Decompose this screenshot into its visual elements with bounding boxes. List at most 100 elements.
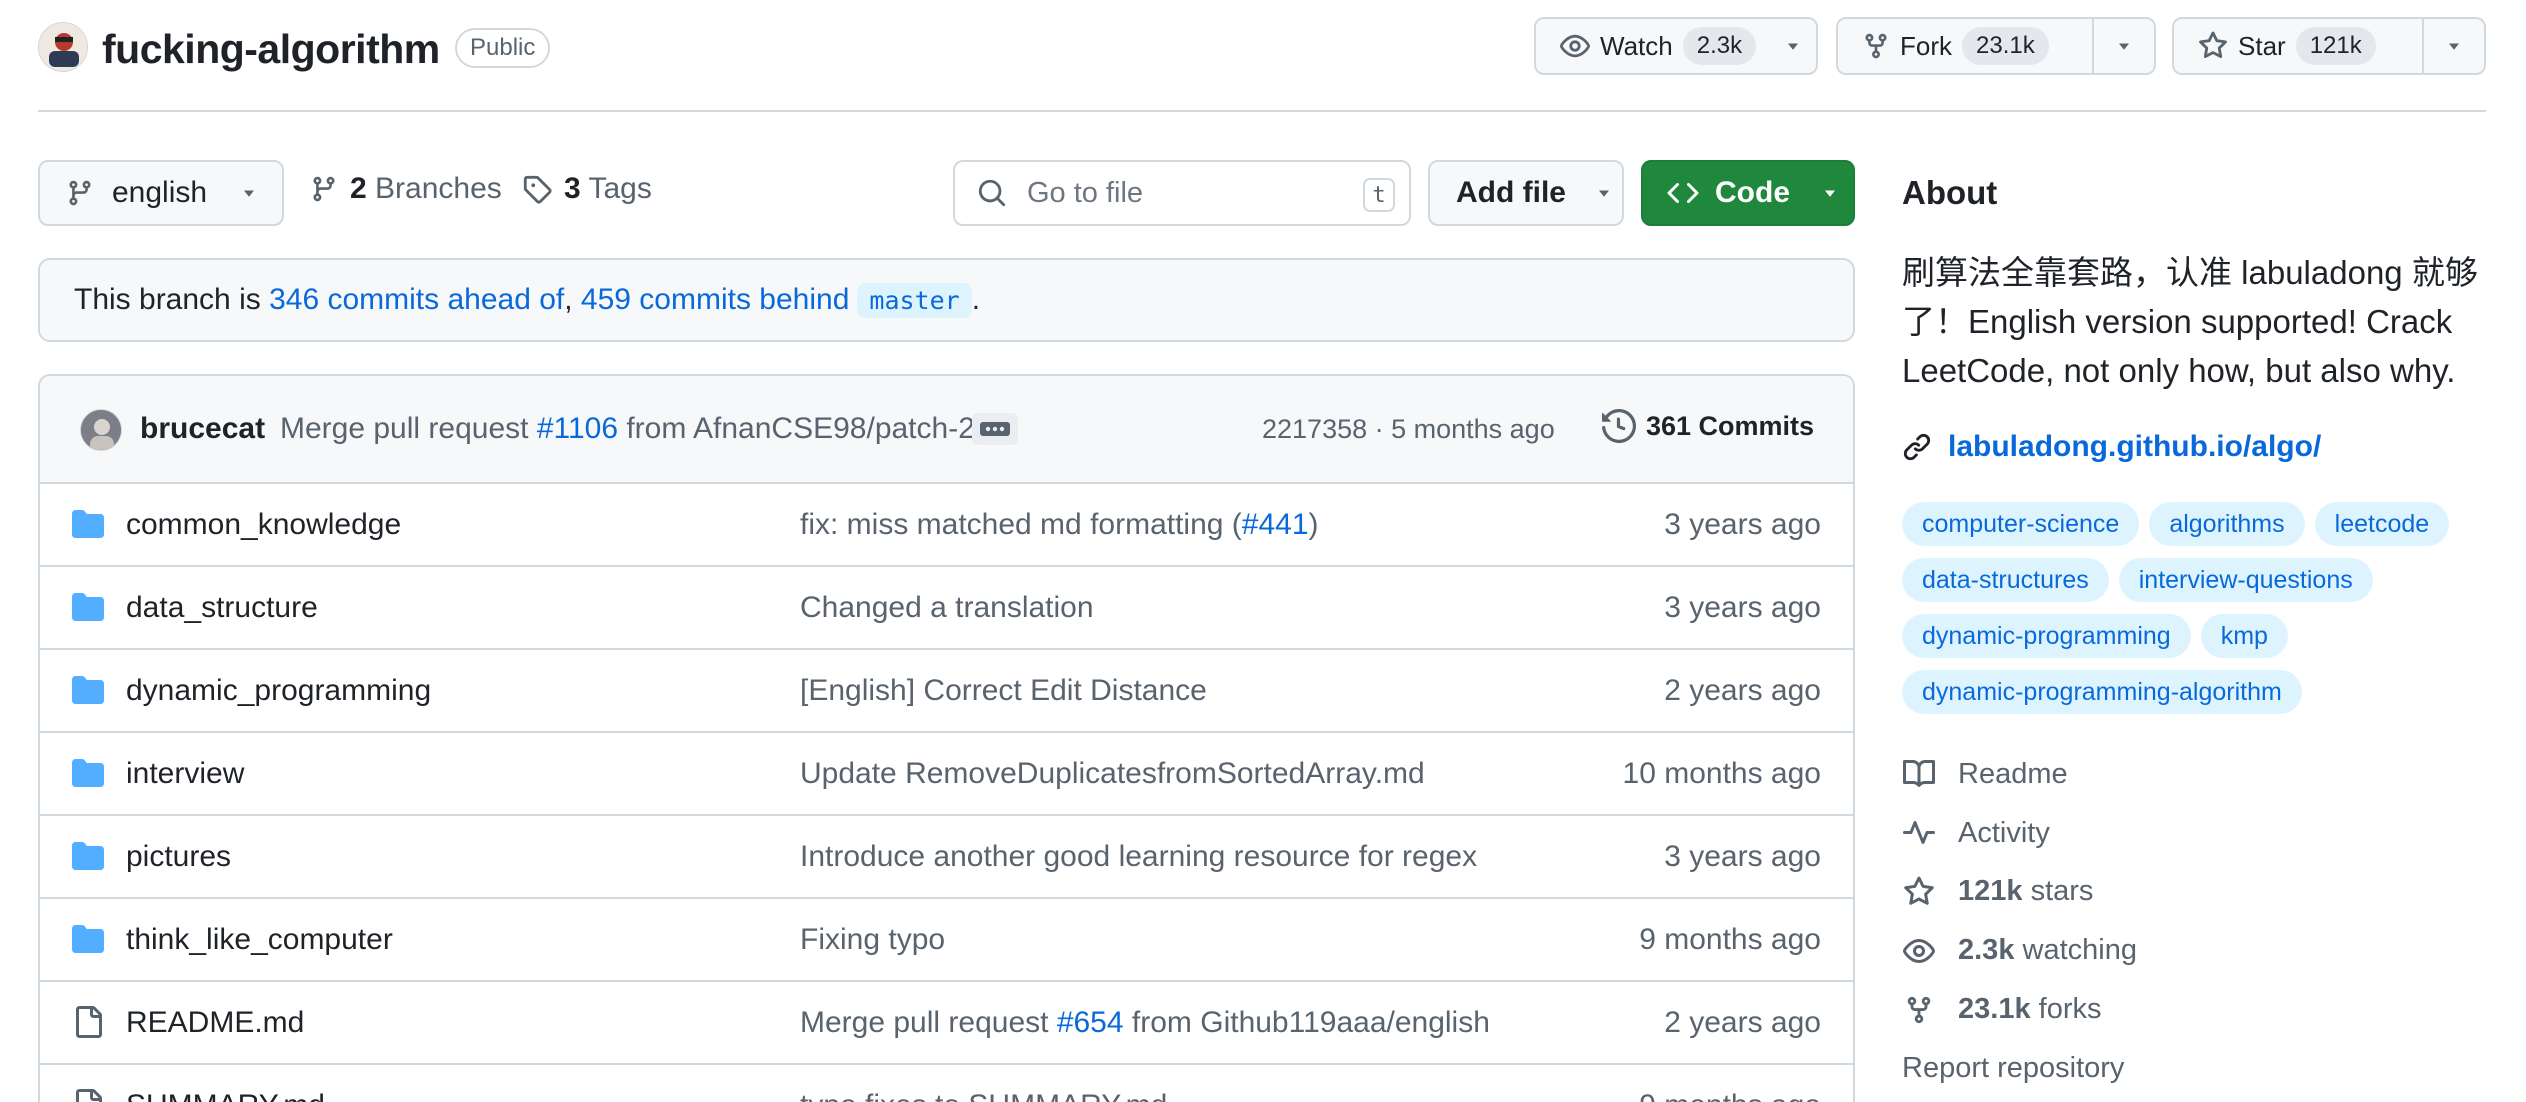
expand-commit-button[interactable] xyxy=(972,413,1018,445)
topic-tag[interactable]: interview-questions xyxy=(2118,558,2373,602)
commit-message-text: typo fixes to SUMMARY.md xyxy=(800,1089,1167,1102)
code-button[interactable]: Code xyxy=(1641,160,1855,226)
notice-prefix: This branch is xyxy=(74,283,270,316)
readme-link[interactable]: Readme xyxy=(1902,745,2137,804)
table-row[interactable]: pictures Introduce another good learning … xyxy=(40,816,1853,899)
file-commit-message[interactable]: Merge pull request #654 from Github119aa… xyxy=(800,1006,1490,1040)
file-commit-message[interactable]: Changed a translation xyxy=(800,591,1094,625)
fork-icon xyxy=(1862,32,1890,60)
search-placeholder: Go to file xyxy=(1027,176,1144,209)
topic-tag[interactable]: dynamic-programming-algorithm xyxy=(1902,670,2302,714)
star-dropdown-button[interactable] xyxy=(2422,19,2484,73)
folder-icon xyxy=(72,508,104,540)
commit-message-suffix: from AfnanCSE98/patch-2 xyxy=(618,412,975,445)
table-row[interactable]: data_structure Changed a translation 3 yea… xyxy=(40,567,1853,650)
file-name-link[interactable]: think_like_computer xyxy=(126,923,393,957)
topic-tag[interactable]: leetcode xyxy=(2314,502,2450,546)
visibility-badge: Public xyxy=(455,28,551,68)
topic-tag[interactable]: kmp xyxy=(2200,614,2288,658)
table-row[interactable]: README.md Merge pull request #654 from Gi… xyxy=(40,982,1853,1065)
table-row[interactable]: SUMMARY.md typo fixes to SUMMARY.md 9 mont… xyxy=(40,1065,1853,1102)
search-shortcut-key: t xyxy=(1363,178,1395,212)
file-name-link[interactable]: common_knowledge xyxy=(126,508,401,542)
tags-label: Tags xyxy=(588,172,652,205)
watch-dropdown-button[interactable] xyxy=(1770,19,1816,73)
commit-message-text: ) xyxy=(1308,508,1319,541)
forks-label: forks xyxy=(2038,993,2102,1026)
table-row[interactable]: think_like_computer Fixing typo 9 months a… xyxy=(40,899,1853,982)
commit-pr-link[interactable]: #441 xyxy=(1242,508,1309,541)
activity-link[interactable]: Activity xyxy=(1902,804,2137,863)
commit-pr-link[interactable]: #654 xyxy=(1057,1006,1124,1039)
topic-tag[interactable]: algorithms xyxy=(2149,502,2305,546)
fork-label: Fork xyxy=(1900,30,1952,61)
commits-behind-link[interactable]: 459 commits behind xyxy=(581,283,849,317)
file-commit-message[interactable]: Introduce another good learning resource… xyxy=(800,840,1477,874)
stars-link[interactable]: 121k stars xyxy=(1902,863,2137,922)
forks-link[interactable]: 23.1k forks xyxy=(1902,980,2137,1039)
file-commit-message[interactable]: Update RemoveDuplicatesfromSortedArray.m… xyxy=(800,757,1425,791)
star-button[interactable]: Star 121k xyxy=(2174,19,2422,73)
commits-ahead-link[interactable]: 346 commits ahead of xyxy=(269,283,564,317)
homepage-link[interactable]: labuladong.github.io/algo/ xyxy=(1902,430,2321,464)
watchers-link[interactable]: 2.3k watching xyxy=(1902,921,2137,980)
add-file-label: Add file xyxy=(1456,176,1566,209)
file-commit-message[interactable]: fix: miss matched md formatting (#441) xyxy=(800,508,1319,542)
commit-message-text: Merge pull request xyxy=(800,1006,1057,1039)
watch-count: 2.3k xyxy=(1682,27,1757,65)
eye-icon xyxy=(1560,31,1590,61)
file-name-link[interactable]: data_structure xyxy=(126,591,318,625)
file-commit-date: 9 months ago xyxy=(1639,923,1821,956)
repo-meta-list: Readme Activity 121k stars 2.3k watching… xyxy=(1902,745,2137,1098)
topic-tag[interactable]: dynamic-programming xyxy=(1902,614,2191,658)
topic-tag[interactable]: computer-science xyxy=(1902,502,2140,546)
go-to-file-input[interactable]: Go to file t xyxy=(953,160,1411,226)
report-repository-link[interactable]: Report repository xyxy=(1902,1039,2137,1098)
avatar[interactable] xyxy=(80,409,122,451)
history-icon xyxy=(1602,409,1636,443)
pulse-icon xyxy=(1902,817,1936,849)
file-name-link[interactable]: README.md xyxy=(126,1006,304,1040)
commit-message-prefix: Merge pull request xyxy=(280,412,537,445)
file-name-link[interactable]: SUMMARY.md xyxy=(126,1089,325,1102)
file-name-link[interactable]: dynamic_programming xyxy=(126,674,431,708)
eye-icon xyxy=(1902,935,1936,967)
table-row[interactable]: common_knowledge fix: miss matched md for… xyxy=(40,484,1853,567)
file-name-link[interactable]: pictures xyxy=(126,840,231,874)
topics-list: computer-science algorithms leetcode data-s… xyxy=(1902,502,2522,714)
branch-compare-notice: This branch is 346 commits ahead of, 459… xyxy=(38,258,1855,342)
watch-button[interactable]: Watch 2.3k xyxy=(1536,19,1770,73)
branches-label: Branches xyxy=(375,172,502,205)
branches-link[interactable]: 2 Branches xyxy=(310,172,502,206)
fork-button[interactable]: Fork 23.1k xyxy=(1838,19,2092,73)
commit-message-text: Changed a translation xyxy=(800,591,1094,624)
branch-icon xyxy=(310,175,338,203)
repo-owner-avatar[interactable] xyxy=(38,22,88,72)
file-commit-date: 3 years ago xyxy=(1664,508,1821,541)
file-commit-date: 2 years ago xyxy=(1664,1006,1821,1039)
add-file-button[interactable]: Add file xyxy=(1428,160,1624,226)
table-row[interactable]: dynamic_programming [English] Correct Edi… xyxy=(40,650,1853,733)
commit-pr-link[interactable]: #1106 xyxy=(537,412,618,445)
commit-author[interactable]: brucecat xyxy=(140,412,265,446)
commit-message[interactable]: Merge pull request #1106 from AfnanCSE98… xyxy=(280,412,975,446)
repo-name-link[interactable]: fucking-algorithm xyxy=(102,24,440,74)
commit-sha-time[interactable]: 2217358 · 5 months ago xyxy=(1262,414,1555,445)
commits-history-link[interactable]: 361 Commits xyxy=(1602,409,1814,443)
file-commit-date: 2 years ago xyxy=(1664,674,1821,707)
topic-tag[interactable]: data-structures xyxy=(1902,558,2109,602)
tags-count: 3 xyxy=(564,172,581,205)
repo-header: fucking-algorithm Public Watch 2.3k Fork… xyxy=(38,0,2486,112)
star-label: Star xyxy=(2238,30,2286,61)
fork-dropdown-button[interactable] xyxy=(2092,19,2154,73)
table-row[interactable]: interview Update RemoveDuplicatesfromSort… xyxy=(40,733,1853,816)
file-table: brucecat Merge pull request #1106 from A… xyxy=(38,374,1855,1102)
file-commit-message[interactable]: [English] Correct Edit Distance xyxy=(800,674,1207,708)
base-branch-ref[interactable]: master xyxy=(857,282,972,318)
file-name-link[interactable]: interview xyxy=(126,757,244,791)
tags-link[interactable]: 3 Tags xyxy=(522,172,652,206)
branch-select-button[interactable]: english xyxy=(38,160,284,226)
file-commit-message[interactable]: Fixing typo xyxy=(800,923,945,957)
file-commit-message[interactable]: typo fixes to SUMMARY.md xyxy=(800,1089,1167,1102)
branches-count: 2 xyxy=(350,172,367,205)
